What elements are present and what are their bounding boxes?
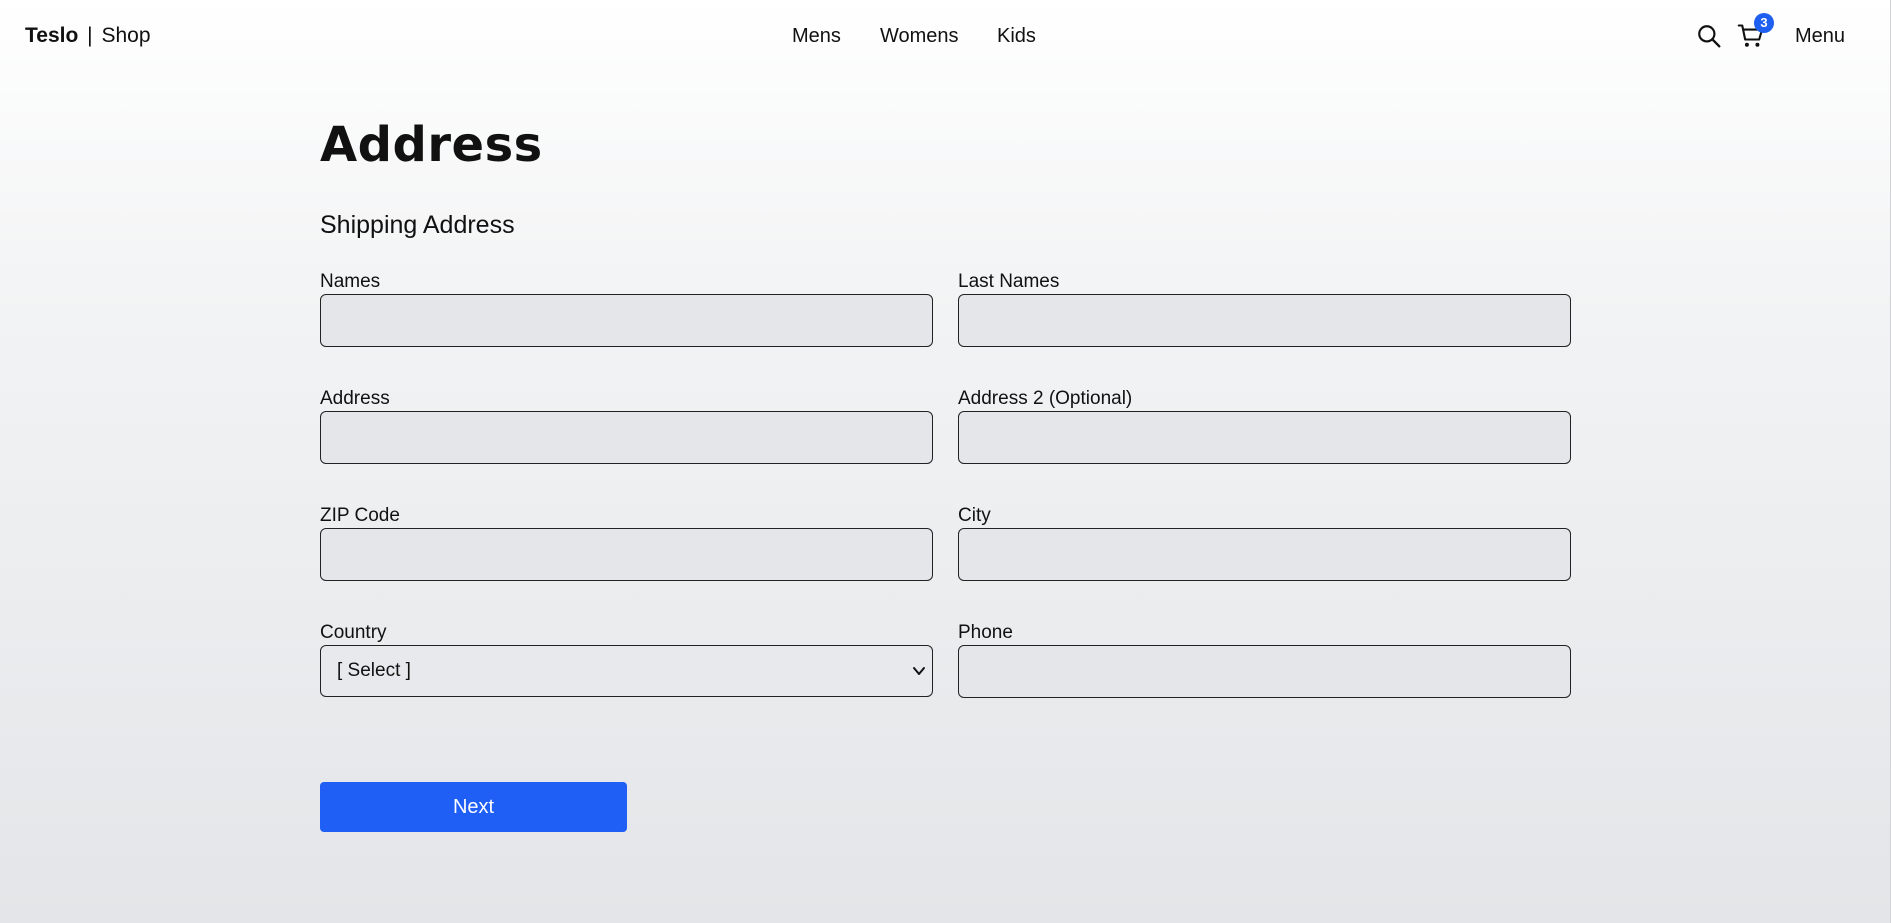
chevron-down-icon	[913, 667, 925, 675]
next-button[interactable]: Next	[320, 782, 627, 832]
page: Teslo | Shop Mens Womens Kids 3 Menu Add…	[0, 0, 1891, 923]
last-names-input[interactable]	[958, 294, 1571, 347]
address-label: Address	[320, 388, 390, 409]
brand-logo[interactable]: Teslo | Shop	[25, 24, 151, 48]
phone-input[interactable]	[958, 645, 1571, 698]
names-label: Names	[320, 271, 381, 292]
country-label: Country	[320, 622, 387, 643]
brand-name: Teslo	[25, 24, 79, 47]
country-select[interactable]: [ Select ]	[320, 645, 933, 697]
page-title: Address	[320, 117, 543, 173]
nav-link-mens[interactable]: Mens	[792, 24, 841, 48]
zip-code-input[interactable]	[320, 528, 933, 581]
nav-link-kids[interactable]: Kids	[997, 24, 1036, 48]
cart-count-badge: 3	[1754, 13, 1774, 33]
names-input[interactable]	[320, 294, 933, 347]
menu-button[interactable]: Menu	[1795, 24, 1845, 48]
country-selected-value: [ Select ]	[337, 660, 411, 681]
search-icon[interactable]	[1696, 23, 1722, 49]
city-label: City	[958, 505, 991, 526]
brand-suffix: Shop	[101, 24, 151, 47]
zip-code-label: ZIP Code	[320, 505, 400, 526]
address2-label: Address 2 (Optional)	[958, 388, 1133, 409]
last-names-label: Last Names	[958, 271, 1060, 292]
nav-link-womens[interactable]: Womens	[880, 24, 959, 48]
address2-input[interactable]	[958, 411, 1571, 464]
city-input[interactable]	[958, 528, 1571, 581]
phone-label: Phone	[958, 622, 1013, 643]
top-navbar: Teslo | Shop Mens Womens Kids 3 Menu	[0, 0, 1890, 72]
brand-separator: |	[87, 24, 93, 47]
address-input[interactable]	[320, 411, 933, 464]
section-subtitle: Shipping Address	[320, 211, 515, 239]
